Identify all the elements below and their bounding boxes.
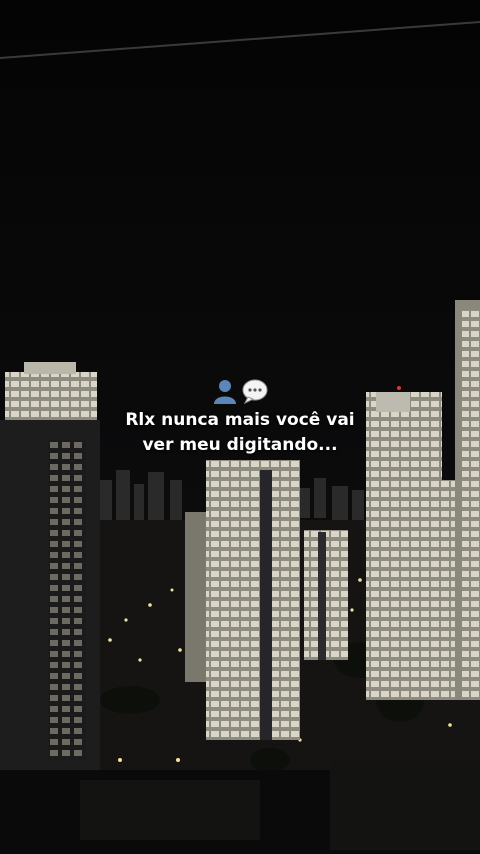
- caption-line-2: ver meu digitando...: [142, 435, 338, 455]
- edge-tower: [455, 300, 480, 700]
- speech-bubble-icon: [242, 379, 268, 404]
- caption-line-1: Rlx nunca mais você vai: [125, 410, 355, 430]
- person-silhouette-icon: [214, 380, 236, 404]
- mid-right-tower: [304, 530, 348, 660]
- caption-icons: [0, 378, 480, 404]
- caption: Rlx nunca mais você vai ver meu digitand…: [0, 378, 480, 458]
